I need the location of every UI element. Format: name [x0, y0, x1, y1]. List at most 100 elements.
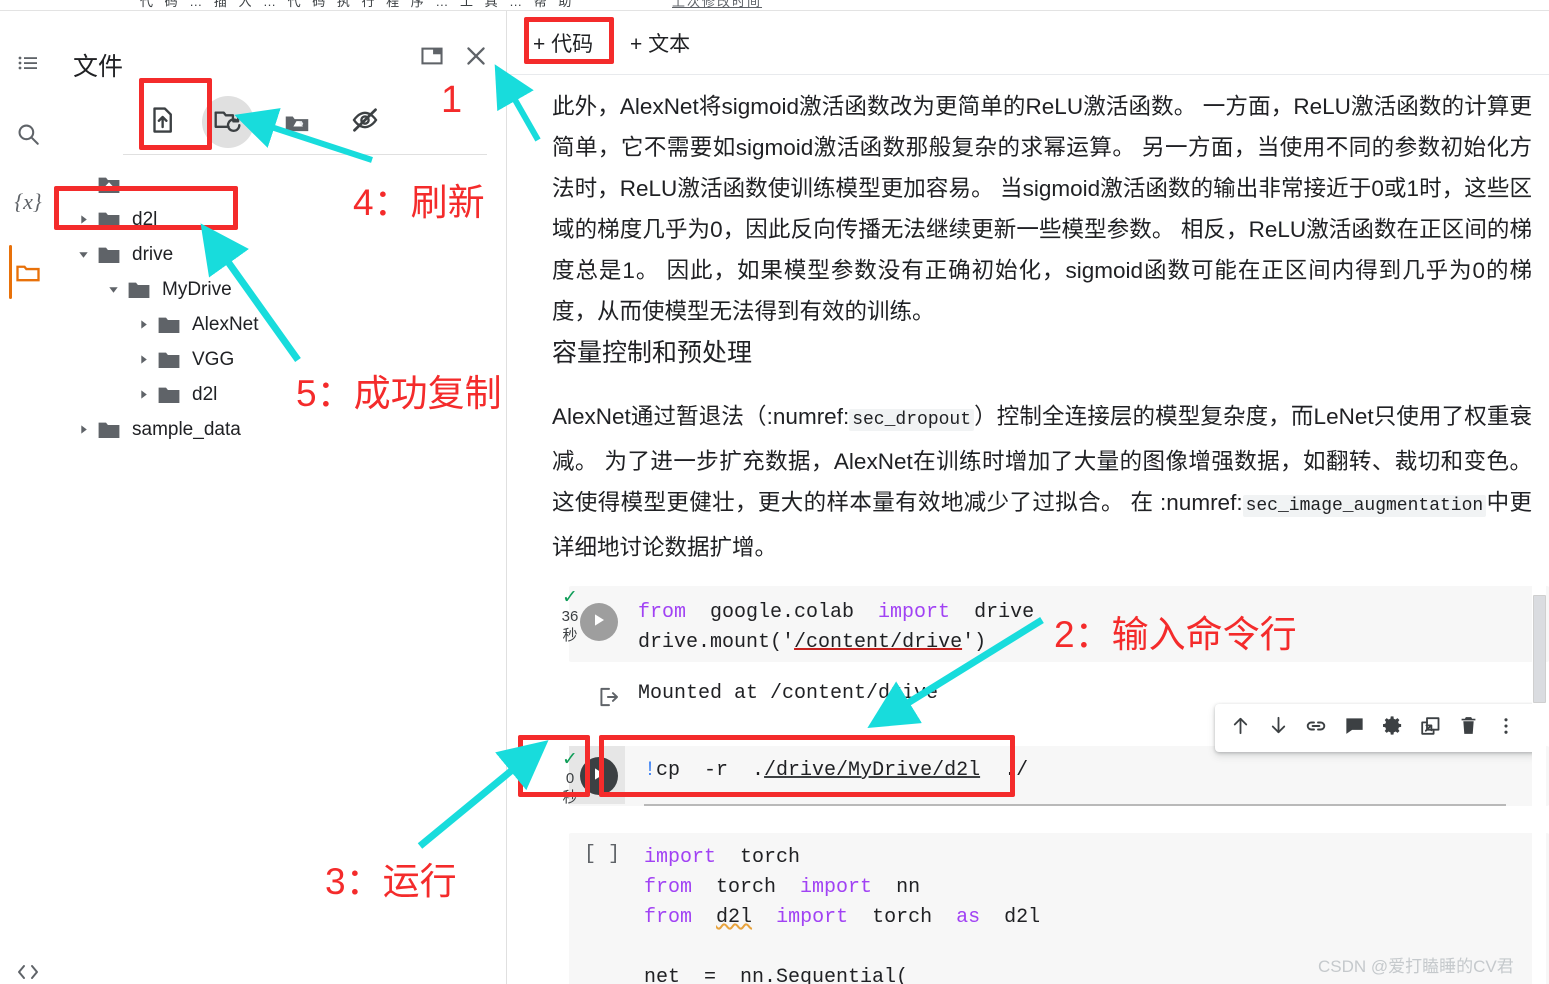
- dock-panel-button[interactable]: [415, 41, 449, 75]
- files-panel-title: 文件: [73, 53, 124, 81]
- paragraph2-part-a: AlexNet通过暂退法（:numref:: [552, 404, 850, 429]
- chevron-down-icon[interactable]: [72, 244, 94, 266]
- chevron-down-icon[interactable]: [102, 279, 124, 301]
- output-arrow-icon: [596, 684, 622, 715]
- annotation-box-refresh: [139, 78, 212, 150]
- file-tree-item-AlexNet[interactable]: AlexNet: [56, 307, 507, 342]
- annotation-box-run: [518, 735, 590, 797]
- chevron-right-icon[interactable]: [72, 419, 94, 441]
- sidebar-item-variables[interactable]: {x}: [10, 184, 46, 220]
- arrow-down-icon: [1267, 714, 1290, 742]
- file-tree-item-label: drive: [132, 243, 174, 265]
- folder-icon: [94, 419, 124, 441]
- cell-action-toolbar: [1215, 704, 1537, 752]
- section-heading: 容量控制和预处理: [552, 339, 753, 367]
- cell-duration-unit: 秒: [562, 627, 578, 644]
- run-cell-button[interactable]: [580, 603, 618, 641]
- add-text-cell-button[interactable]: + 文本: [630, 28, 690, 58]
- files-panel: 文件 .. d2l drive MyDrive AlexNet VGG d2l …: [56, 11, 507, 984]
- move-cell-down-button[interactable]: [1259, 709, 1297, 747]
- add-comment-button[interactable]: [1335, 709, 1373, 747]
- annotation-box-add-code: [524, 17, 614, 64]
- more-options-button[interactable]: [1487, 709, 1525, 747]
- sidebar-item-search[interactable]: [10, 116, 46, 152]
- numref-chip-image-augmentation: sec_image_augmentation: [1242, 495, 1487, 517]
- cut-off-saved-link: 上次修改时间: [672, 0, 763, 9]
- file-tree-item-sample_data[interactable]: sample_data: [56, 412, 507, 447]
- mount-drive-button[interactable]: [271, 98, 323, 150]
- mirror-cell-button[interactable]: [1411, 709, 1449, 747]
- file-tree-item-label: sample_data: [132, 418, 241, 440]
- eye-off-icon: [350, 105, 380, 140]
- cell-code[interactable]: from google.colab import drive drive.mou…: [638, 598, 1034, 658]
- list-icon: [16, 51, 40, 75]
- annotation-box-d2l-folder: [54, 186, 238, 230]
- csdn-watermark: CSDN @爱打瞌睡的CV君: [1318, 957, 1514, 976]
- delete-cell-button[interactable]: [1449, 709, 1487, 747]
- refresh-folder-icon: [212, 104, 244, 141]
- cut-off-menu-text: 代 码 … 插 入 … 代 码 执 行 程 序 … 工 具 … 帮 助: [140, 0, 576, 9]
- cell-focus-underline: [644, 804, 1506, 806]
- annotation-label-5: 5：成功复制: [296, 373, 502, 414]
- output-text: Mounted at /content/drive: [638, 682, 939, 705]
- more-vertical-icon: [1495, 715, 1517, 742]
- folder-icon: [94, 244, 124, 266]
- cellbar-divider: [508, 74, 1549, 75]
- folder-icon: [14, 258, 42, 286]
- annotation-box-command: [599, 735, 1015, 797]
- annotation-label-3: 3：运行: [325, 861, 457, 902]
- code-snippets-button[interactable]: [10, 959, 46, 984]
- folder-icon: [154, 384, 184, 406]
- file-tree-item-label: VGG: [192, 348, 235, 370]
- toggle-hidden-files-button[interactable]: [339, 96, 391, 148]
- success-check-icon: ✓: [562, 587, 578, 608]
- chevron-right-icon[interactable]: [132, 314, 154, 336]
- link-icon: [1304, 714, 1328, 743]
- numref-chip-dropout: sec_dropout: [849, 409, 975, 431]
- code-brackets-icon: [15, 961, 41, 984]
- chevron-right-icon[interactable]: [132, 384, 154, 406]
- file-tree-item-label: AlexNet: [192, 313, 259, 335]
- file-tree-item-label: d2l: [192, 383, 218, 405]
- paragraph-text: 此外，AlexNet将sigmoid激活函数改为更简单的ReLU激活函数。 一方…: [552, 94, 1532, 324]
- file-tree-item-label: MyDrive: [162, 278, 232, 300]
- arrow-up-icon: [1229, 714, 1252, 742]
- folder-icon: [124, 279, 154, 301]
- markdown-heading-section: 容量控制和预处理: [552, 336, 1532, 370]
- notebook-scrollbar-thumb[interactable]: [1533, 595, 1546, 703]
- google-drive-icon: [282, 107, 312, 142]
- dock-panel-icon: [419, 43, 445, 74]
- copy-cell-link-button[interactable]: [1297, 709, 1335, 747]
- sidebar-item-files[interactable]: [10, 254, 46, 290]
- close-icon: [463, 43, 489, 74]
- file-tree-item-MyDrive[interactable]: MyDrive: [56, 272, 507, 307]
- cut-off-app-toolbar: 代 码 … 插 入 … 代 码 执 行 程 序 … 工 具 … 帮 助 上次修改…: [0, 0, 1549, 10]
- folder-icon: [154, 349, 184, 371]
- mirror-cell-icon: [1418, 714, 1442, 743]
- add-cell-bar: + 代码 + 文本: [508, 11, 1549, 74]
- search-icon: [15, 121, 41, 147]
- files-toolbar: [56, 96, 507, 154]
- markdown-paragraph-2: AlexNet通过暂退法（:numref: sec_dropout ）控制全连接层的…: [552, 396, 1532, 568]
- comment-icon: [1343, 714, 1366, 742]
- notebook-main: + 代码 + 文本 此外，AlexNet将sigmoid激活函数改为更简单的Re…: [508, 11, 1549, 984]
- trash-icon: [1457, 714, 1480, 742]
- play-icon: [590, 611, 608, 634]
- move-cell-up-button[interactable]: [1221, 709, 1259, 747]
- braces-x-icon: {x}: [14, 189, 42, 214]
- annotation-label-2: 2：输入命令行: [1054, 614, 1297, 655]
- chevron-right-icon[interactable]: [132, 349, 154, 371]
- cell-settings-button[interactable]: [1373, 709, 1411, 747]
- left-icon-rail: {x}: [0, 11, 56, 984]
- file-tree-item-drive[interactable]: drive: [56, 237, 507, 272]
- cell-code[interactable]: import torch from torch import nn from d…: [644, 843, 1140, 984]
- files-toolbar-divider: [123, 154, 487, 155]
- gear-icon: [1381, 714, 1404, 742]
- markdown-paragraph-1: 此外，AlexNet将sigmoid激活函数改为更简单的ReLU激活函数。 一方…: [552, 86, 1532, 332]
- close-panel-button[interactable]: [459, 41, 493, 75]
- sidebar-item-toc[interactable]: [10, 45, 46, 81]
- annotation-label-4: 4：刷新: [353, 182, 485, 223]
- folder-icon: [154, 314, 184, 336]
- cell-prompt[interactable]: [ ]: [584, 843, 620, 866]
- cell-duration: 36: [561, 608, 579, 625]
